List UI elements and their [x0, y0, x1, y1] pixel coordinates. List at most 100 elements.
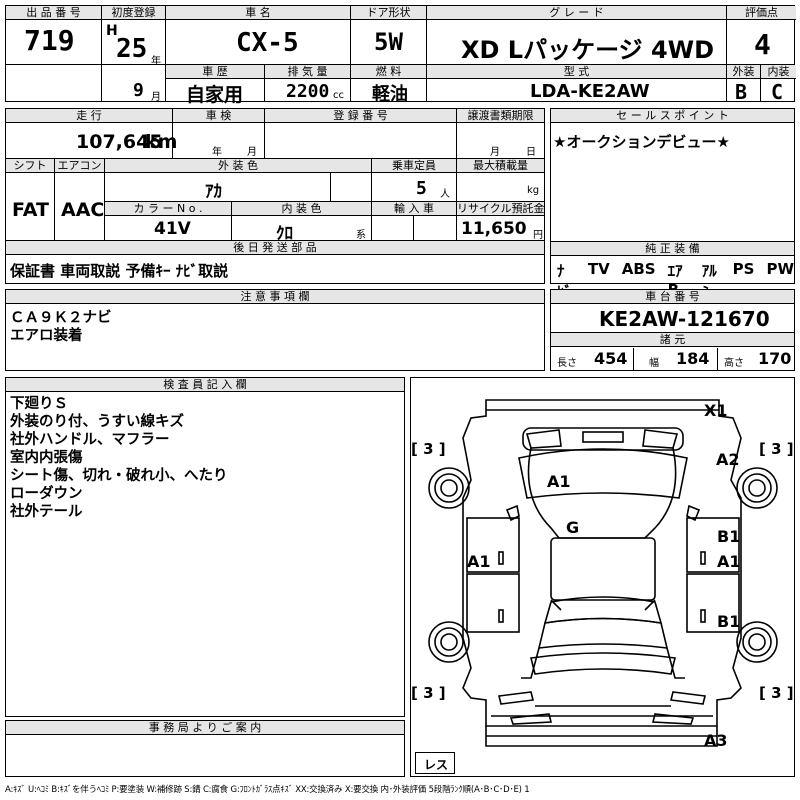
reg-no-label: 登 録 番 号 — [265, 109, 456, 123]
fuel: 軽油 — [372, 84, 408, 105]
color-no-label: カ ラ ー N o . — [105, 202, 231, 216]
height: 170 — [758, 349, 792, 368]
inspection-label: 車 検 — [173, 109, 264, 123]
max-load-label: 最大積載量 — [457, 159, 544, 173]
inspection-month-unit: 月 — [247, 147, 257, 158]
int-color-label: 内 装 色 — [232, 202, 371, 216]
damage-mark: B1 — [717, 527, 741, 546]
header-block: 出 品 番 号 719 初度登録 H 25 年 車 名 CX-5 ドア形状 5W… — [5, 5, 796, 106]
sales-point: ★オークションデビュー★ — [553, 133, 730, 151]
inspector-line: 社外テール — [10, 504, 83, 520]
score: 4 — [754, 28, 771, 61]
car-diagram-block: X1 A2 A1 G A1 B1 A1 B1 A3 [ 3 ] [ 3 ] [ … — [410, 377, 795, 777]
car-name: CX-5 — [236, 28, 299, 58]
first-reg-label: 初度登録 — [102, 6, 165, 20]
later-parts-label: 後 日 発 送 部 品 — [6, 241, 544, 255]
model-label: 型 式 — [427, 65, 726, 79]
int-grade-label: 内装 — [761, 65, 796, 79]
spare-tire-box: レス — [415, 752, 455, 774]
damage-mark: A2 — [716, 450, 740, 469]
ext-color-label: 外 装 色 — [105, 159, 371, 173]
ac-label: エアコン — [55, 159, 104, 173]
tire-value: 3 — [423, 684, 434, 702]
length-label: 長さ — [557, 358, 577, 369]
capacity-label: 乗車定員 — [372, 159, 456, 173]
caution-line: ＣＡ９Ｋ２ナビ — [10, 310, 112, 326]
ext-grade: B — [735, 80, 748, 104]
legend: A:ｷｽﾞ U:ﾍｺﾐ B:ｷｽﾞを伴うﾍｺﾐ P:要塗装 W:補修跡 S:錆 … — [5, 785, 530, 795]
lot-number: 719 — [24, 24, 75, 57]
ext-grade-label: 外装 — [727, 65, 760, 79]
capacity-unit: 人 — [440, 189, 450, 200]
damage-mark: A1 — [547, 472, 571, 491]
fuel-label: 燃 料 — [351, 65, 426, 79]
recycle-fee: 11,650 — [461, 219, 527, 239]
equipment-label: 純 正 装 備 — [551, 242, 794, 256]
car-diagram — [428, 399, 778, 747]
shift: FAT — [12, 199, 49, 221]
car-history: 自家用 — [186, 84, 244, 106]
month-unit: 月 — [151, 92, 161, 103]
grade-label: グ レ ー ド — [427, 6, 726, 20]
grade: XD Lパッケージ 4WD — [461, 36, 715, 64]
length: 454 — [594, 349, 628, 368]
inspector-line: 外装のり付、うすい線キズ — [10, 414, 184, 430]
office-block: 事 務 局 よ り ご 案 内 — [5, 720, 405, 777]
vehicle-details-block: 走 行 107,645 km 車 検 年 月 登 録 番 号 譲渡書類期限 月 … — [5, 108, 545, 284]
inspector-line: ローダウン — [10, 486, 83, 502]
caution-block: 注 意 事 項 欄 ＣＡ９Ｋ２ナビ エアロ装着 — [5, 289, 545, 371]
width: 184 — [676, 349, 710, 368]
displacement: 2200 — [286, 81, 330, 102]
int-grade: C — [771, 80, 784, 104]
inspector-label: 検 査 員 記 入 欄 — [6, 378, 404, 392]
tire-value: 3 — [771, 684, 782, 702]
caution-line: エアロ装着 — [10, 328, 83, 344]
chassis-number: KE2AW-121670 — [599, 307, 770, 331]
damage-mark: A3 — [704, 731, 728, 750]
aircon: AAC — [61, 199, 105, 221]
office-label: 事 務 局 よ り ご 案 内 — [6, 721, 404, 735]
caution-label: 注 意 事 項 欄 — [6, 290, 544, 304]
mileage-label: 走 行 — [6, 109, 172, 123]
inspection-year-unit: 年 — [212, 147, 222, 158]
reg-month: 9 — [133, 80, 144, 101]
chassis-label: 車 台 番 号 — [551, 290, 794, 304]
reg-year: 25 — [116, 34, 148, 64]
sales-point-block: セ ー ル ス ポ イ ン ト ★オークションデビュー★ 純 正 装 備 ﾅﾋﾞ… — [550, 108, 795, 301]
import-label: 輸 入 車 — [372, 202, 456, 216]
inspector-line: 社外ハンドル、マフラー — [10, 432, 170, 448]
damage-mark: X1 — [704, 401, 728, 420]
sales-point-label: セ ー ル ス ポ イ ン ト — [551, 109, 794, 123]
mileage-unit: km — [145, 131, 178, 153]
max-load-unit: kg — [527, 185, 540, 196]
shift-label: シフト — [6, 159, 54, 173]
capacity: 5 — [416, 178, 427, 199]
int-color-unit: 系 — [356, 230, 366, 241]
damage-mark: A1 — [717, 552, 741, 571]
displacement-label: 排 気 量 — [265, 65, 350, 79]
damage-mark: A1 — [467, 552, 491, 571]
inspector-line: 下廻りＳ — [10, 396, 68, 412]
tire-tread-front-right: [ 3 ] — [759, 440, 794, 458]
history-label: 車 歴 — [166, 65, 264, 79]
inspector-line: 室内内張傷 — [10, 450, 83, 466]
year-unit: 年 — [151, 56, 161, 67]
score-label: 評価点 — [727, 6, 796, 20]
spec-label: 諸 元 — [551, 333, 794, 347]
tire-tread-front-left: [ 3 ] — [411, 440, 446, 458]
door-label: ドア形状 — [351, 6, 426, 20]
damage-mark: B1 — [717, 612, 741, 631]
inspector-block: 検 査 員 記 入 欄 下廻りＳ 外装のり付、うすい線キズ 社外ハンドル、マフラ… — [5, 377, 405, 717]
lot-no-label: 出 品 番 号 — [6, 6, 101, 20]
recycle-label: リサイクル預託金 — [457, 202, 544, 216]
transfer-label: 譲渡書類期限 — [457, 109, 544, 123]
damage-mark: G — [566, 518, 580, 537]
displacement-unit: cc — [333, 90, 344, 101]
car-name-label: 車 名 — [166, 6, 350, 20]
model-code: LDA-KE2AW — [530, 81, 650, 102]
transfer-month-unit: 月 — [490, 147, 500, 158]
later-parts: 保証書 車両取説 予備ｷｰ ﾅﾋﾞ取説 — [10, 262, 229, 280]
tire-value: 3 — [423, 440, 434, 458]
tire-tread-rear-right: [ 3 ] — [759, 684, 794, 702]
width-label: 幅 — [649, 358, 659, 369]
